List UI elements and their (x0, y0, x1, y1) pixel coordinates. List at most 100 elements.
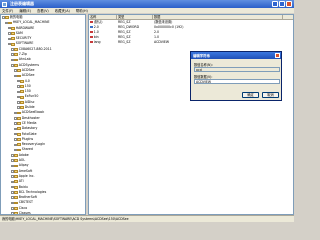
value-name-field: ocd (194, 67, 280, 72)
ok-button[interactable]: 确定 (242, 92, 259, 98)
window-title: 注册表编辑器 (10, 1, 34, 6)
expand-icon[interactable] (11, 48, 14, 51)
expand-icon[interactable] (8, 42, 11, 46)
folder-icon (14, 185, 18, 189)
registry-tree[interactable]: 我的电脑 HKEY_LOCAL_MACHINE HARDWARE SAM SECURIT… (0, 14, 86, 215)
expand-icon[interactable] (11, 64, 14, 67)
expand-icon[interactable] (11, 175, 14, 178)
folder-icon (17, 143, 21, 147)
dialog-title: 编辑字符串 (193, 54, 210, 58)
expand-icon[interactable] (17, 101, 20, 104)
folder-icon (14, 164, 18, 168)
status-bar: 我的电脑\HKEY_LOCAL_MACHINE\SOFTWARE\ACD Sys… (0, 215, 294, 222)
folder-icon (14, 53, 18, 57)
expand-icon[interactable] (14, 111, 17, 115)
expand-icon[interactable] (17, 95, 20, 99)
reg-string-icon (90, 35, 93, 39)
expand-icon[interactable] (14, 143, 17, 147)
folder-icon (17, 138, 21, 141)
folder-icon (14, 159, 18, 163)
expand-icon[interactable] (17, 90, 20, 94)
value-name: (默认) (93, 20, 103, 24)
expand-icon[interactable] (14, 138, 17, 141)
menu-file[interactable]: 文件(F) (2, 8, 13, 13)
value-name: 2.0 (93, 25, 99, 29)
folder-icon (17, 127, 21, 131)
folder-icon (14, 201, 18, 205)
maximize-icon[interactable] (279, 1, 285, 7)
folder-icon (20, 106, 24, 110)
reg-string-icon (90, 30, 93, 34)
folder-icon (14, 175, 18, 178)
value-data-input[interactable]: ACDVIEW (194, 79, 280, 84)
folder-icon (17, 148, 21, 152)
value-row[interactable]: lang REG_SZ ACDVIEW (89, 40, 293, 45)
folder-icon (17, 111, 21, 115)
expand-icon[interactable] (11, 159, 14, 162)
header-type[interactable]: 类型 (117, 15, 153, 19)
folder-icon (14, 180, 18, 184)
expand-icon[interactable] (11, 58, 14, 62)
folder-icon (17, 74, 21, 78)
menu-bar: 文件(F) 编辑(E) 查看(V) 收藏夹(A) 帮助(H) (0, 8, 294, 13)
folder-icon (11, 42, 15, 46)
value-name: bin (93, 35, 99, 39)
menu-help[interactable]: 帮助(H) (76, 8, 88, 13)
expand-icon[interactable] (11, 207, 14, 210)
expand-icon[interactable] (11, 53, 14, 56)
expand-icon[interactable] (11, 196, 14, 199)
folder-icon (11, 32, 15, 35)
expand-icon[interactable] (11, 191, 14, 194)
expand-icon[interactable] (11, 164, 14, 168)
edit-string-dialog: 编辑字符串 数值名称(N): ocd 数值数据(V): ACDVIEW 确定 取… (190, 51, 282, 101)
minimize-icon[interactable] (272, 1, 278, 7)
folder-icon (14, 153, 18, 157)
menu-edit[interactable]: 编辑(E) (19, 8, 31, 13)
cancel-button[interactable]: 取消 (262, 92, 279, 98)
expand-icon[interactable] (11, 154, 14, 157)
header-name[interactable]: 名称 (89, 15, 117, 19)
expand-icon[interactable] (17, 85, 20, 88)
expand-icon[interactable] (14, 74, 17, 78)
value-data: ACDVIEW (154, 40, 170, 44)
folder-icon (14, 63, 18, 67)
expand-icon[interactable] (11, 185, 14, 189)
expand-icon[interactable] (17, 79, 20, 83)
title-bar: 注册表编辑器 (0, 0, 294, 8)
expand-icon[interactable] (11, 180, 14, 184)
expand-icon[interactable] (11, 170, 14, 173)
close-icon[interactable] (286, 1, 292, 7)
expand-icon[interactable] (14, 122, 17, 125)
expand-icon[interactable] (8, 32, 11, 35)
folder-icon (17, 132, 21, 136)
expand-icon[interactable] (17, 106, 20, 109)
folder-icon (20, 79, 24, 83)
regedit-icon (2, 1, 7, 7)
header-data[interactable]: 数据 (153, 15, 283, 19)
expand-icon[interactable] (5, 21, 8, 25)
folder-icon (17, 122, 21, 125)
folder-icon (17, 69, 21, 73)
folder-icon (11, 37, 15, 41)
value-name-cell: lang (89, 40, 117, 45)
expand-icon[interactable] (14, 117, 17, 120)
folder-icon (20, 85, 24, 88)
expand-icon[interactable] (8, 37, 11, 41)
folder-icon (5, 16, 9, 20)
folder-icon (8, 21, 12, 25)
expand-icon[interactable] (14, 69, 17, 72)
folder-icon (17, 116, 21, 120)
dialog-close-icon[interactable] (275, 53, 280, 58)
expand-icon[interactable] (11, 201, 14, 205)
menu-favorites[interactable]: 收藏夹(A) (55, 8, 70, 13)
reg-string-icon (90, 20, 93, 24)
expand-icon[interactable] (2, 16, 5, 19)
expand-icon[interactable] (14, 127, 17, 131)
value-list[interactable]: 名称 类型 数据 (默认) REG_SZ (数值未设置) 2.0 REG_DWORD 0x… (88, 14, 294, 215)
expand-icon[interactable] (14, 132, 17, 136)
expand-icon[interactable] (14, 148, 17, 152)
folder-icon (14, 58, 18, 62)
value-type: REG_SZ (118, 40, 131, 44)
expand-icon[interactable] (8, 26, 11, 30)
menu-view[interactable]: 查看(V) (37, 8, 49, 13)
